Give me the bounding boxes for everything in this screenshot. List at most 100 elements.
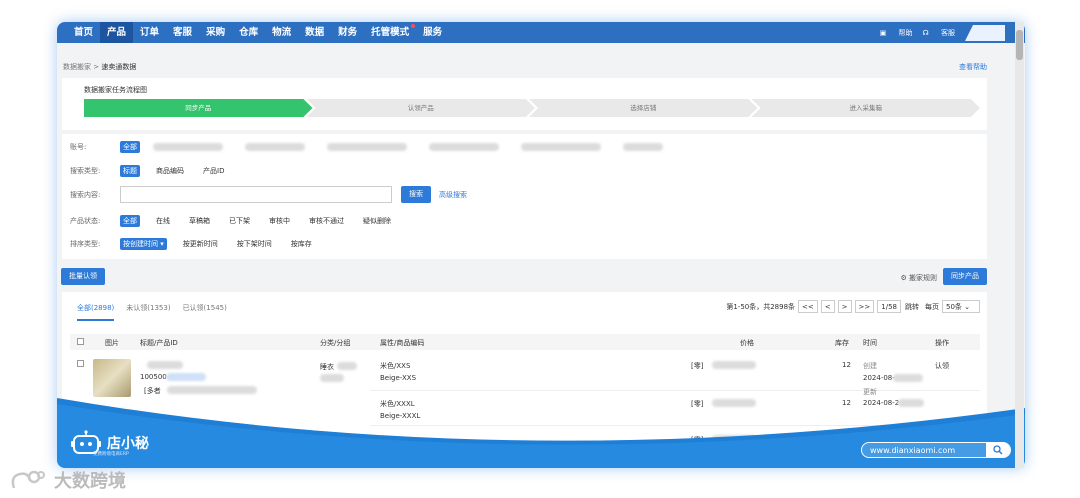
pagination-summary: 第1-50条，共2898条 [726, 302, 796, 311]
flow-panel: 数据搬家任务流程图 同步产品 认领产品 选择店铺 进入采集箱 [62, 78, 987, 130]
notification-dot [411, 24, 416, 28]
variant-stock: 12 [842, 361, 851, 369]
top-nav: 首页 产品 订单 客服 采购 仓库 物流 数据 财务 托管模式 服务 ▣ 帮助 … [57, 22, 1025, 43]
per-page-select[interactable]: 50条 ⌄ [942, 300, 980, 313]
search-type-title[interactable]: 标题 [120, 165, 140, 177]
search-type-product-id[interactable]: 产品ID [200, 165, 227, 177]
nav-services[interactable]: 服务 [416, 22, 449, 43]
status-suspected-deleted[interactable]: 疑似删除 [360, 215, 394, 227]
nav-warehouse[interactable]: 仓库 [232, 22, 265, 43]
last-page-button[interactable]: >> [854, 300, 875, 313]
view-help-link[interactable]: 查看帮助 [959, 62, 987, 72]
sync-products-button[interactable]: 同步产品 [943, 268, 987, 285]
search-type-sku[interactable]: 商品编码 [153, 165, 187, 177]
status-draft[interactable]: 草稿箱 [186, 215, 213, 227]
chevron-down-icon: ⌄ [964, 303, 971, 311]
nav-data[interactable]: 数据 [298, 22, 331, 43]
sort-stock[interactable]: 按库存 [288, 238, 315, 250]
header-price: 价格 [740, 339, 754, 347]
sort-offline-time[interactable]: 按下架时间 [234, 238, 275, 250]
redacted-account[interactable] [429, 143, 499, 151]
status-all[interactable]: 全部 [120, 215, 140, 227]
redacted-price [712, 361, 756, 369]
tab-all[interactable]: 全部(2898) [77, 303, 115, 321]
bulk-claim-button[interactable]: 批量认领 [61, 268, 105, 285]
redacted-account[interactable] [153, 143, 223, 151]
breadcrumb-current: 速卖通数据 [101, 63, 137, 71]
redacted-category [337, 362, 357, 370]
redacted-account[interactable] [245, 143, 305, 151]
claim-tabs: 全部(2898) 未认领(1353) 已认领(1545) [77, 303, 239, 321]
redacted-account[interactable] [521, 143, 601, 151]
tab-claimed[interactable]: 已认领(1545) [183, 303, 227, 321]
website-url-box[interactable]: www.dianxiaomi.com [861, 442, 1011, 458]
logo-subtitle: 免费跨境电商ERP [93, 452, 129, 457]
product-tag: [多者 [144, 387, 161, 395]
header-image: 图片 [105, 339, 119, 347]
scrollbar-thumb[interactable] [1016, 30, 1023, 60]
status-label: 产品状态: [70, 217, 101, 225]
jump-button[interactable]: 跳转 [905, 302, 919, 312]
nav-managed-mode-label: 托管模式 [371, 27, 410, 38]
caret-down-icon: ▾ [160, 240, 164, 248]
account-all-option[interactable]: 全部 [120, 141, 140, 153]
sort-updated-time[interactable]: 按更新时间 [180, 238, 221, 250]
nav-finance[interactable]: 财务 [331, 22, 364, 43]
prev-page-button[interactable]: < [820, 300, 835, 313]
table-header: 图片 标题/产品ID 分类/分组 属性/商品编码 价格 库存 时间 操作 [70, 334, 980, 350]
header-attributes: 属性/商品编码 [380, 339, 425, 347]
nav-products[interactable]: 产品 [100, 22, 134, 43]
per-page-value: 50条 [946, 303, 962, 311]
breadcrumb-parent[interactable]: 数据搬家 [63, 63, 91, 71]
product-image[interactable] [93, 359, 131, 397]
watermark-text: 大数跨境 [54, 471, 126, 492]
nav-customer-service[interactable]: 客服 [166, 22, 199, 43]
nav-orders[interactable]: 订单 [133, 22, 166, 43]
dianxiaomi-logo: 店小秘 免费跨境电商ERP [71, 430, 149, 457]
watermark-logo-icon [11, 470, 45, 489]
website-url: www.dianxiaomi.com [870, 445, 956, 455]
variant-code: Beige-XXS [380, 374, 417, 382]
claim-link[interactable]: 认领 [935, 361, 949, 371]
status-reviewing[interactable]: 审核中 [266, 215, 293, 227]
redacted-account[interactable] [327, 143, 407, 151]
migration-rules-link[interactable]: ⚙ 搬家规则 [900, 273, 937, 283]
search-icon [986, 442, 1010, 458]
redacted-tag [167, 386, 257, 394]
status-online[interactable]: 在线 [153, 215, 173, 227]
service-nav-link[interactable]: ☊ 客服 [923, 28, 955, 38]
nav-managed-mode[interactable]: 托管模式 [364, 22, 416, 43]
tab-unclaimed[interactable]: 未认领(1353) [126, 303, 170, 321]
row-checkbox[interactable] [77, 360, 84, 367]
next-page-button[interactable]: > [837, 300, 852, 313]
app-window: 首页 产品 订单 客服 采购 仓库 物流 数据 财务 托管模式 服务 ▣ 帮助 … [57, 22, 1025, 468]
nav-home[interactable]: 首页 [67, 22, 100, 43]
breadcrumb: 数据搬家 > 速卖通数据 [63, 62, 136, 72]
flow-steps: 同步产品 认领产品 选择店铺 进入采集箱 [84, 99, 980, 117]
flow-step-claim: 认领产品 [306, 99, 535, 117]
nav-logistics[interactable]: 物流 [265, 22, 298, 43]
page-indicator[interactable]: 1/58 [877, 300, 901, 313]
status-offline[interactable]: 已下架 [226, 215, 253, 227]
status-rejected[interactable]: 审核不通过 [306, 215, 347, 227]
search-input[interactable] [120, 186, 392, 203]
nav-right: ▣ 帮助 ☊ 客服 [870, 22, 955, 43]
user-menu-shape[interactable] [965, 25, 1005, 41]
first-page-button[interactable]: << [798, 300, 818, 313]
pagination: 第1-50条，共2898条 << < > >> 1/58 跳转 每页 50条 ⌄ [726, 300, 980, 313]
advanced-search-link[interactable]: 高级搜索 [439, 190, 467, 200]
nav-purchasing[interactable]: 采购 [199, 22, 232, 43]
select-all-checkbox[interactable] [77, 338, 84, 345]
help-nav-link[interactable]: ▣ 帮助 [880, 28, 913, 38]
scrollbar-track[interactable] [1015, 22, 1024, 468]
product-id-link[interactable]: 100500 [140, 373, 167, 381]
sort-row: 排序类型: 按创建时间 ▾ 按更新时间 按下架时间 按库存 [70, 238, 328, 250]
redacted-account[interactable] [623, 143, 663, 151]
logo-text: 店小秘 [107, 436, 149, 452]
service-nav-label: 客服 [941, 28, 955, 37]
flow-step-sync: 同步产品 [84, 99, 313, 117]
variant-attr: 米色/XXS [380, 362, 411, 370]
sort-created-time[interactable]: 按创建时间 ▾ [120, 238, 167, 250]
breadcrumb-separator: > [93, 63, 100, 71]
search-button[interactable]: 搜索 [401, 186, 431, 203]
